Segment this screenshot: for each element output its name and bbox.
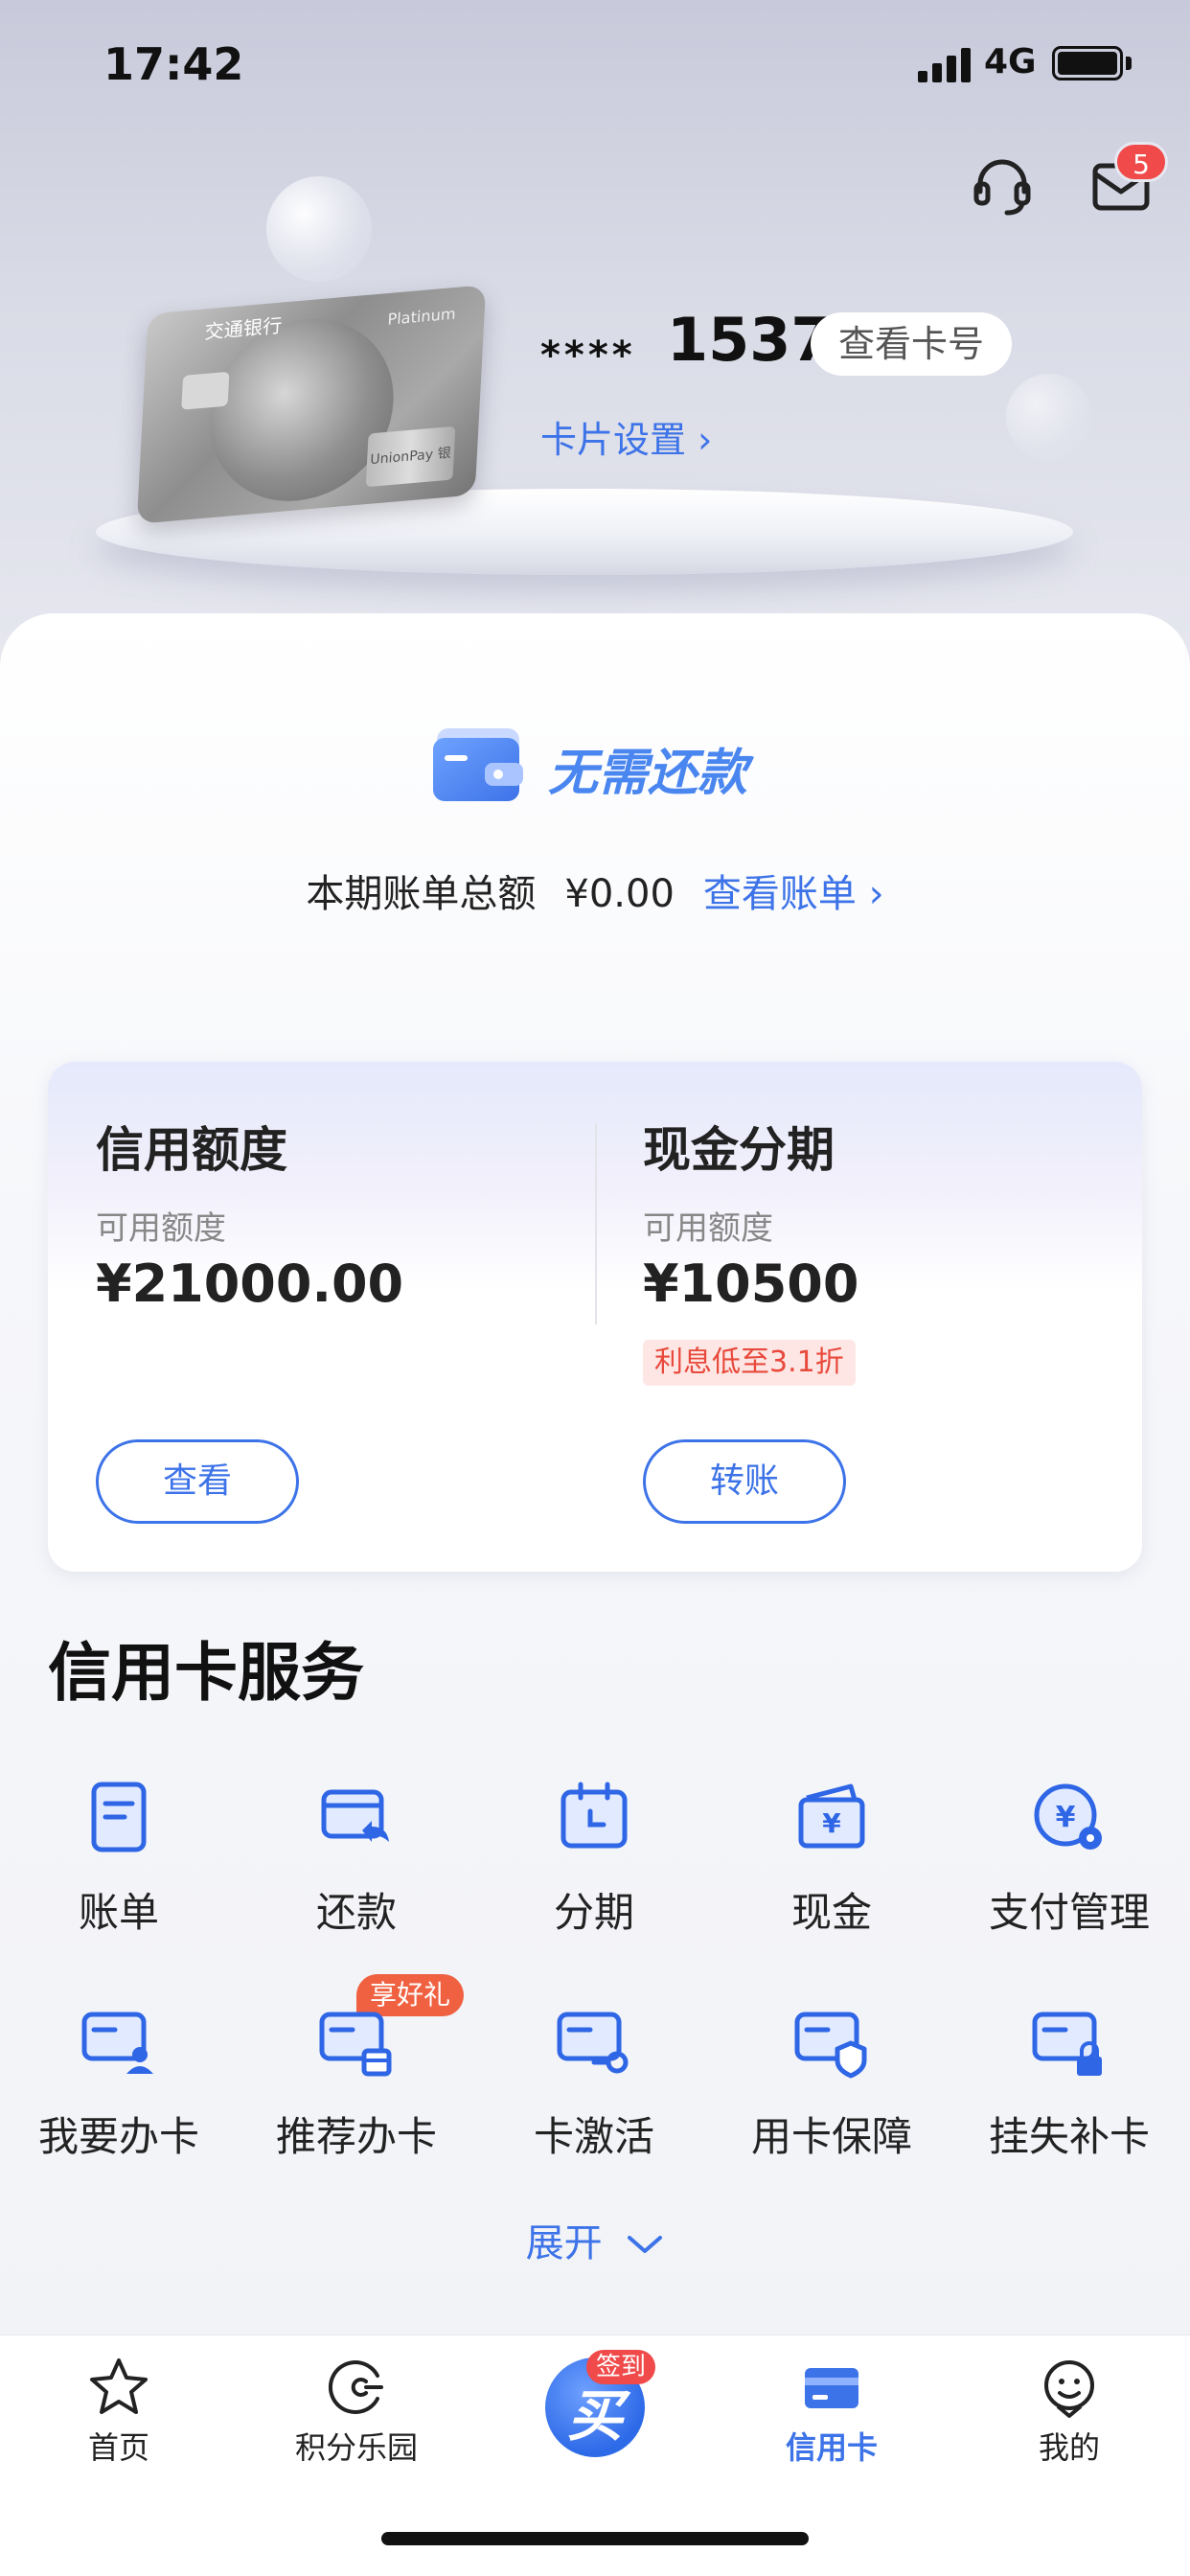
view-card-number-button[interactable]: 查看卡号 xyxy=(811,312,1012,376)
star-icon xyxy=(90,2358,148,2414)
svg-text:¥: ¥ xyxy=(1056,1801,1076,1834)
activate-card-icon xyxy=(557,2012,629,2074)
apply-card-icon xyxy=(81,2012,153,2074)
service-label: 挂失补卡 xyxy=(988,2113,1150,2160)
signal-icon xyxy=(918,48,972,82)
home-indicator xyxy=(381,2532,809,2545)
points-icon xyxy=(329,2360,383,2414)
network-type: 4G xyxy=(984,42,1037,81)
service-payment-settings[interactable]: ¥ 支付管理 xyxy=(950,1779,1188,1970)
tab-label: 我的 xyxy=(1038,2429,1100,2466)
message-count-badge: 5 xyxy=(1114,142,1168,182)
service-apply-card[interactable]: 我要办卡 xyxy=(0,2003,238,2195)
battery-icon xyxy=(1052,46,1123,80)
bill-total-value: ¥0.00 xyxy=(564,872,675,916)
status-time: 17:42 xyxy=(103,38,244,90)
chevron-down-icon xyxy=(628,2236,663,2253)
service-repay[interactable]: 还款 xyxy=(238,1779,475,1970)
bill-total-label: 本期账单总额 xyxy=(306,872,537,916)
credit-limit-amount: ¥21000.00 xyxy=(96,1254,404,1314)
bill-summary-row: 本期账单总额 ¥0.00 查看账单 › xyxy=(0,862,1190,918)
credit-limit-column: 信用额度 可用额度 ¥21000.00 查看 xyxy=(48,1062,595,1572)
svg-text:¥: ¥ xyxy=(822,1807,841,1839)
bank-card-image[interactable]: 交通银行 Platinum UnionPay 银联 xyxy=(136,285,487,524)
service-report-loss[interactable]: 挂失补卡 xyxy=(950,2003,1188,2195)
tab-points[interactable]: 积分乐园 xyxy=(238,2335,475,2489)
wallet-icon xyxy=(433,728,523,801)
cash-installment-amount: ¥10500 xyxy=(643,1254,859,1314)
bill-icon xyxy=(91,1782,147,1852)
battery-cap xyxy=(1126,57,1132,70)
service-label: 卡激活 xyxy=(533,2113,654,2160)
sign-in-badge: 签到 xyxy=(586,2350,656,2384)
customer-service-icon[interactable] xyxy=(971,155,1034,218)
service-label: 推荐办卡 xyxy=(275,2113,437,2160)
tab-label: 首页 xyxy=(87,2429,149,2466)
card-chip xyxy=(181,371,230,410)
status-bar: 17:42 4G xyxy=(0,0,1190,125)
cash-installment-title: 现金分期 xyxy=(643,1122,835,1178)
profile-icon xyxy=(1044,2360,1094,2418)
card-last-four: 1537 xyxy=(667,305,833,375)
tab-credit-card[interactable]: 信用卡 xyxy=(713,2335,950,2489)
service-card-protection[interactable]: 用卡保障 xyxy=(713,2003,950,2195)
unionpay-logo: UnionPay 银联 xyxy=(365,426,456,518)
service-label: 我要办卡 xyxy=(37,2113,199,2160)
transfer-button[interactable]: 转账 xyxy=(643,1439,846,1524)
service-label: 分期 xyxy=(553,1889,634,1936)
service-label: 支付管理 xyxy=(988,1889,1150,1936)
credit-limit-panel: 信用额度 可用额度 ¥21000.00 查看 现金分期 可用额度 ¥10500 … xyxy=(48,1062,1142,1572)
expand-button[interactable]: 展开 xyxy=(0,2212,1190,2267)
service-bill[interactable]: 账单 xyxy=(0,1779,238,1970)
interest-discount-tag: 利息低至3.1折 xyxy=(643,1340,856,1386)
service-label: 现金 xyxy=(790,1889,872,1936)
card-brand: Platinum xyxy=(387,304,457,329)
available-amount-label: 可用额度 xyxy=(643,1209,773,1248)
service-label: 还款 xyxy=(315,1889,397,1936)
recommend-card-icon xyxy=(319,2012,392,2077)
service-cash[interactable]: ¥ 现金 xyxy=(713,1779,950,1970)
view-bill-link[interactable]: 查看账单 › xyxy=(703,872,884,916)
card-settings-link[interactable]: 卡片设置 › xyxy=(540,410,712,463)
repay-icon xyxy=(321,1789,389,1842)
tab-label: 信用卡 xyxy=(785,2429,878,2466)
service-installment[interactable]: 分期 xyxy=(475,1779,713,1970)
cash-installment-column: 现金分期 可用额度 ¥10500 利息低至3.1折 转账 xyxy=(595,1062,1142,1572)
decor-bubble xyxy=(1006,374,1092,460)
expand-label: 展开 xyxy=(525,2221,603,2266)
tab-label: 积分乐园 xyxy=(294,2429,418,2466)
cash-icon: ¥ xyxy=(798,1783,865,1849)
available-limit-label: 可用额度 xyxy=(96,1209,226,1248)
credit-limit-title: 信用额度 xyxy=(96,1122,287,1178)
repayment-status-title: 无需还款 xyxy=(548,745,748,802)
tab-profile[interactable]: 我的 xyxy=(950,2335,1188,2489)
service-activate-card[interactable]: 卡激活 xyxy=(475,2003,713,2195)
tab-home[interactable]: 首页 xyxy=(0,2335,238,2489)
payment-settings-icon: ¥ xyxy=(1034,1783,1102,1850)
service-label: 用卡保障 xyxy=(750,2113,912,2160)
services-title: 信用卡服务 xyxy=(48,1636,364,1710)
installment-icon xyxy=(561,1782,628,1849)
service-recommend-card[interactable]: 推荐办卡 xyxy=(238,2003,475,2195)
report-loss-icon xyxy=(1032,2012,1102,2076)
card-number-mask: **** xyxy=(540,334,636,378)
decor-bubble xyxy=(266,176,372,282)
service-label: 账单 xyxy=(78,1889,159,1936)
card-protection-icon xyxy=(794,2012,867,2079)
view-button[interactable]: 查看 xyxy=(96,1439,299,1524)
credit-card-icon xyxy=(805,2368,858,2408)
